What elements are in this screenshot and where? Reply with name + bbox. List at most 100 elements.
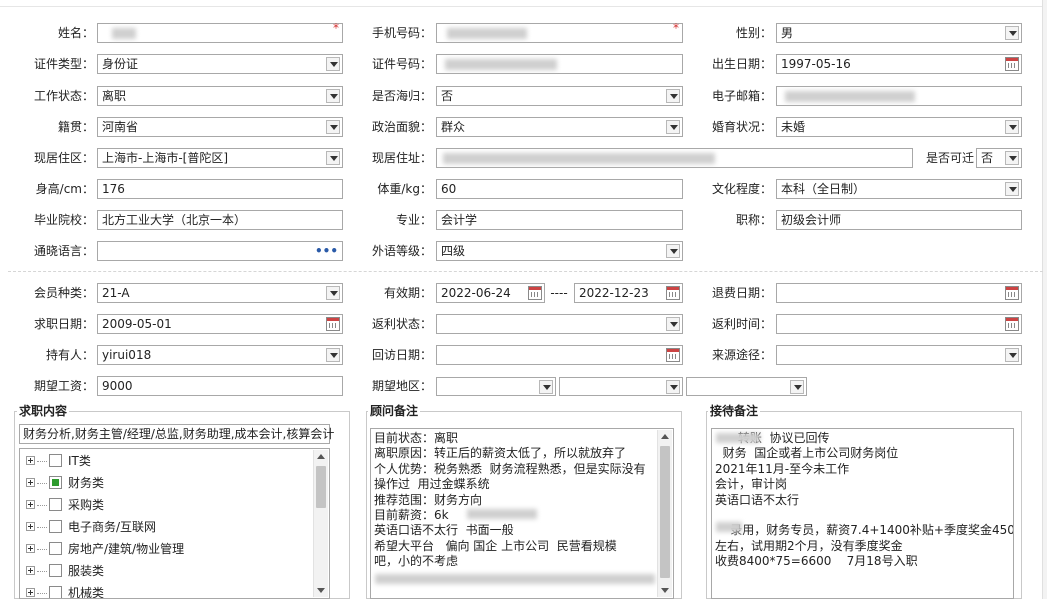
id-type-select[interactable]: 身份证 xyxy=(97,54,343,74)
chevron-down-icon[interactable] xyxy=(1005,151,1019,165)
window-edge-scrollbar[interactable] xyxy=(1042,0,1047,599)
calendar-icon[interactable] xyxy=(528,286,542,300)
chevron-down-icon[interactable] xyxy=(326,348,340,362)
calendar-icon[interactable] xyxy=(1005,317,1019,331)
validity-to-input[interactable]: 2022-12-23 xyxy=(574,283,683,303)
refund-date-input[interactable] xyxy=(776,283,1022,303)
chevron-down-icon[interactable] xyxy=(1005,182,1019,196)
chevron-down-icon[interactable] xyxy=(326,286,340,300)
chevron-down-icon[interactable] xyxy=(666,120,680,134)
chevron-down-icon[interactable] xyxy=(326,89,340,103)
foreign-level-select[interactable]: 四级 xyxy=(436,241,683,261)
chevron-down-icon[interactable] xyxy=(1005,348,1019,362)
scroll-up-icon[interactable] xyxy=(661,434,669,439)
job-date-input[interactable]: 2009-05-01 xyxy=(97,314,343,334)
scroll-thumb[interactable] xyxy=(660,446,670,578)
expand-icon[interactable] xyxy=(26,522,35,531)
source-select[interactable] xyxy=(776,345,1022,365)
school-label: 毕业院校： xyxy=(33,213,94,227)
email-input[interactable] xyxy=(776,86,1022,106)
education-select[interactable]: 本科（全日制） xyxy=(776,179,1022,199)
expand-icon[interactable] xyxy=(26,544,35,553)
expand-icon[interactable] xyxy=(26,456,35,465)
name-input[interactable]: * xyxy=(97,21,343,43)
gender-label: 性别： xyxy=(735,26,772,40)
advisor-notes-textarea[interactable]: 目前状态：离职 离职原因：转正后的薪资太低了，所以就放弃了 个人优势：税务熟悉 … xyxy=(370,428,674,599)
checkbox[interactable] xyxy=(49,454,62,467)
calendar-icon[interactable] xyxy=(666,286,680,300)
expand-icon[interactable] xyxy=(26,500,35,509)
region-city-select[interactable] xyxy=(559,377,683,396)
advisor-notes-scrollbar[interactable] xyxy=(657,430,672,597)
job-category-tree[interactable]: IT类 财务类 采购类 电子商务/互联网 房地产/建筑/物业管理 服装类 机械类 xyxy=(19,448,330,599)
chevron-down-icon[interactable] xyxy=(539,380,553,394)
chevron-down-icon[interactable] xyxy=(326,151,340,165)
chevron-down-icon[interactable] xyxy=(326,120,340,134)
calendar-icon[interactable] xyxy=(666,348,680,362)
marital-select[interactable]: 未婚 xyxy=(776,117,1022,137)
checkbox[interactable] xyxy=(49,520,62,533)
validity-from-input[interactable]: 2022-06-24 xyxy=(436,283,545,303)
title-input[interactable]: 初级会计师 xyxy=(776,210,1022,230)
checkbox[interactable] xyxy=(49,476,62,489)
phone-input[interactable]: * xyxy=(436,21,683,43)
id-type-label: 证件类型： xyxy=(33,57,94,71)
job-summary-input[interactable]: 财务分析,财务主管/经理/总监,财务助理,成本会计,核算会计 xyxy=(19,424,334,444)
chevron-down-icon[interactable] xyxy=(666,317,680,331)
chevron-down-icon[interactable] xyxy=(326,57,340,71)
chevron-down-icon[interactable] xyxy=(1005,26,1019,40)
work-status-select[interactable]: 离职 xyxy=(97,86,343,106)
checkbox[interactable] xyxy=(49,586,62,598)
overseas-select[interactable]: 否 xyxy=(436,86,683,106)
tree-item-label: 房地产/建筑/物业管理 xyxy=(68,542,185,556)
political-select[interactable]: 群众 xyxy=(436,117,683,137)
birth-date-input[interactable]: 1997-05-16 xyxy=(776,54,1022,74)
major-input[interactable]: 会计学 xyxy=(436,210,683,230)
expand-icon[interactable] xyxy=(26,566,35,575)
region-district-select[interactable] xyxy=(686,377,807,396)
chevron-down-icon[interactable] xyxy=(666,380,680,394)
major-label: 专业： xyxy=(395,213,432,227)
residence-select[interactable]: 上海市-上海市-[普陀区] xyxy=(97,148,343,168)
education-value: 本科（全日制） xyxy=(781,182,866,196)
more-icon[interactable]: ••• xyxy=(315,244,338,258)
calendar-icon[interactable] xyxy=(326,317,340,331)
reception-notes-textarea[interactable]: 转账 协议已回传 财务 国企或者上市公司财务岗位 2021年11月-至今未工作 … xyxy=(711,428,1014,599)
political-label: 政治面貌： xyxy=(371,120,432,134)
chevron-down-icon[interactable] xyxy=(666,89,680,103)
salary-input[interactable]: 9000 xyxy=(97,376,343,396)
gender-select[interactable]: 男 xyxy=(776,23,1022,43)
scroll-down-icon[interactable] xyxy=(661,588,669,593)
visit-date-input[interactable] xyxy=(436,345,683,365)
height-input[interactable]: 176 xyxy=(97,179,343,199)
weight-input[interactable]: 60 xyxy=(436,179,683,199)
expand-icon[interactable] xyxy=(26,478,35,487)
id-no-input[interactable] xyxy=(436,54,683,74)
scroll-thumb[interactable] xyxy=(316,466,326,508)
scroll-up-icon[interactable] xyxy=(317,454,325,459)
foreign-level-label: 外语等级： xyxy=(371,244,432,258)
tree-scrollbar[interactable] xyxy=(313,450,328,597)
chevron-down-icon[interactable] xyxy=(666,244,680,258)
school-input[interactable]: 北方工业大学（北京一本） xyxy=(97,210,343,230)
expand-icon[interactable] xyxy=(26,588,35,597)
rebate-time-input[interactable] xyxy=(776,314,1022,334)
chevron-down-icon[interactable] xyxy=(1005,120,1019,134)
checkbox[interactable] xyxy=(49,542,62,555)
member-type-select[interactable]: 21-A xyxy=(97,283,343,303)
calendar-icon[interactable] xyxy=(1005,286,1019,300)
checkbox[interactable] xyxy=(49,498,62,511)
address-input[interactable] xyxy=(436,148,913,168)
relocate-select[interactable]: 否 xyxy=(976,148,1022,168)
scroll-down-icon[interactable] xyxy=(317,588,325,593)
native-select[interactable]: 河南省 xyxy=(97,117,343,137)
holder-select[interactable]: yirui018 xyxy=(97,345,343,365)
rebate-status-select[interactable] xyxy=(436,314,683,334)
chevron-down-icon[interactable] xyxy=(790,380,804,394)
checkbox[interactable] xyxy=(49,564,62,577)
major-value: 会计学 xyxy=(441,213,478,227)
email-label: 电子邮箱： xyxy=(711,89,772,103)
calendar-icon[interactable] xyxy=(1005,57,1019,71)
region-province-select[interactable] xyxy=(436,377,556,396)
languages-picker[interactable]: ••• xyxy=(97,241,343,261)
